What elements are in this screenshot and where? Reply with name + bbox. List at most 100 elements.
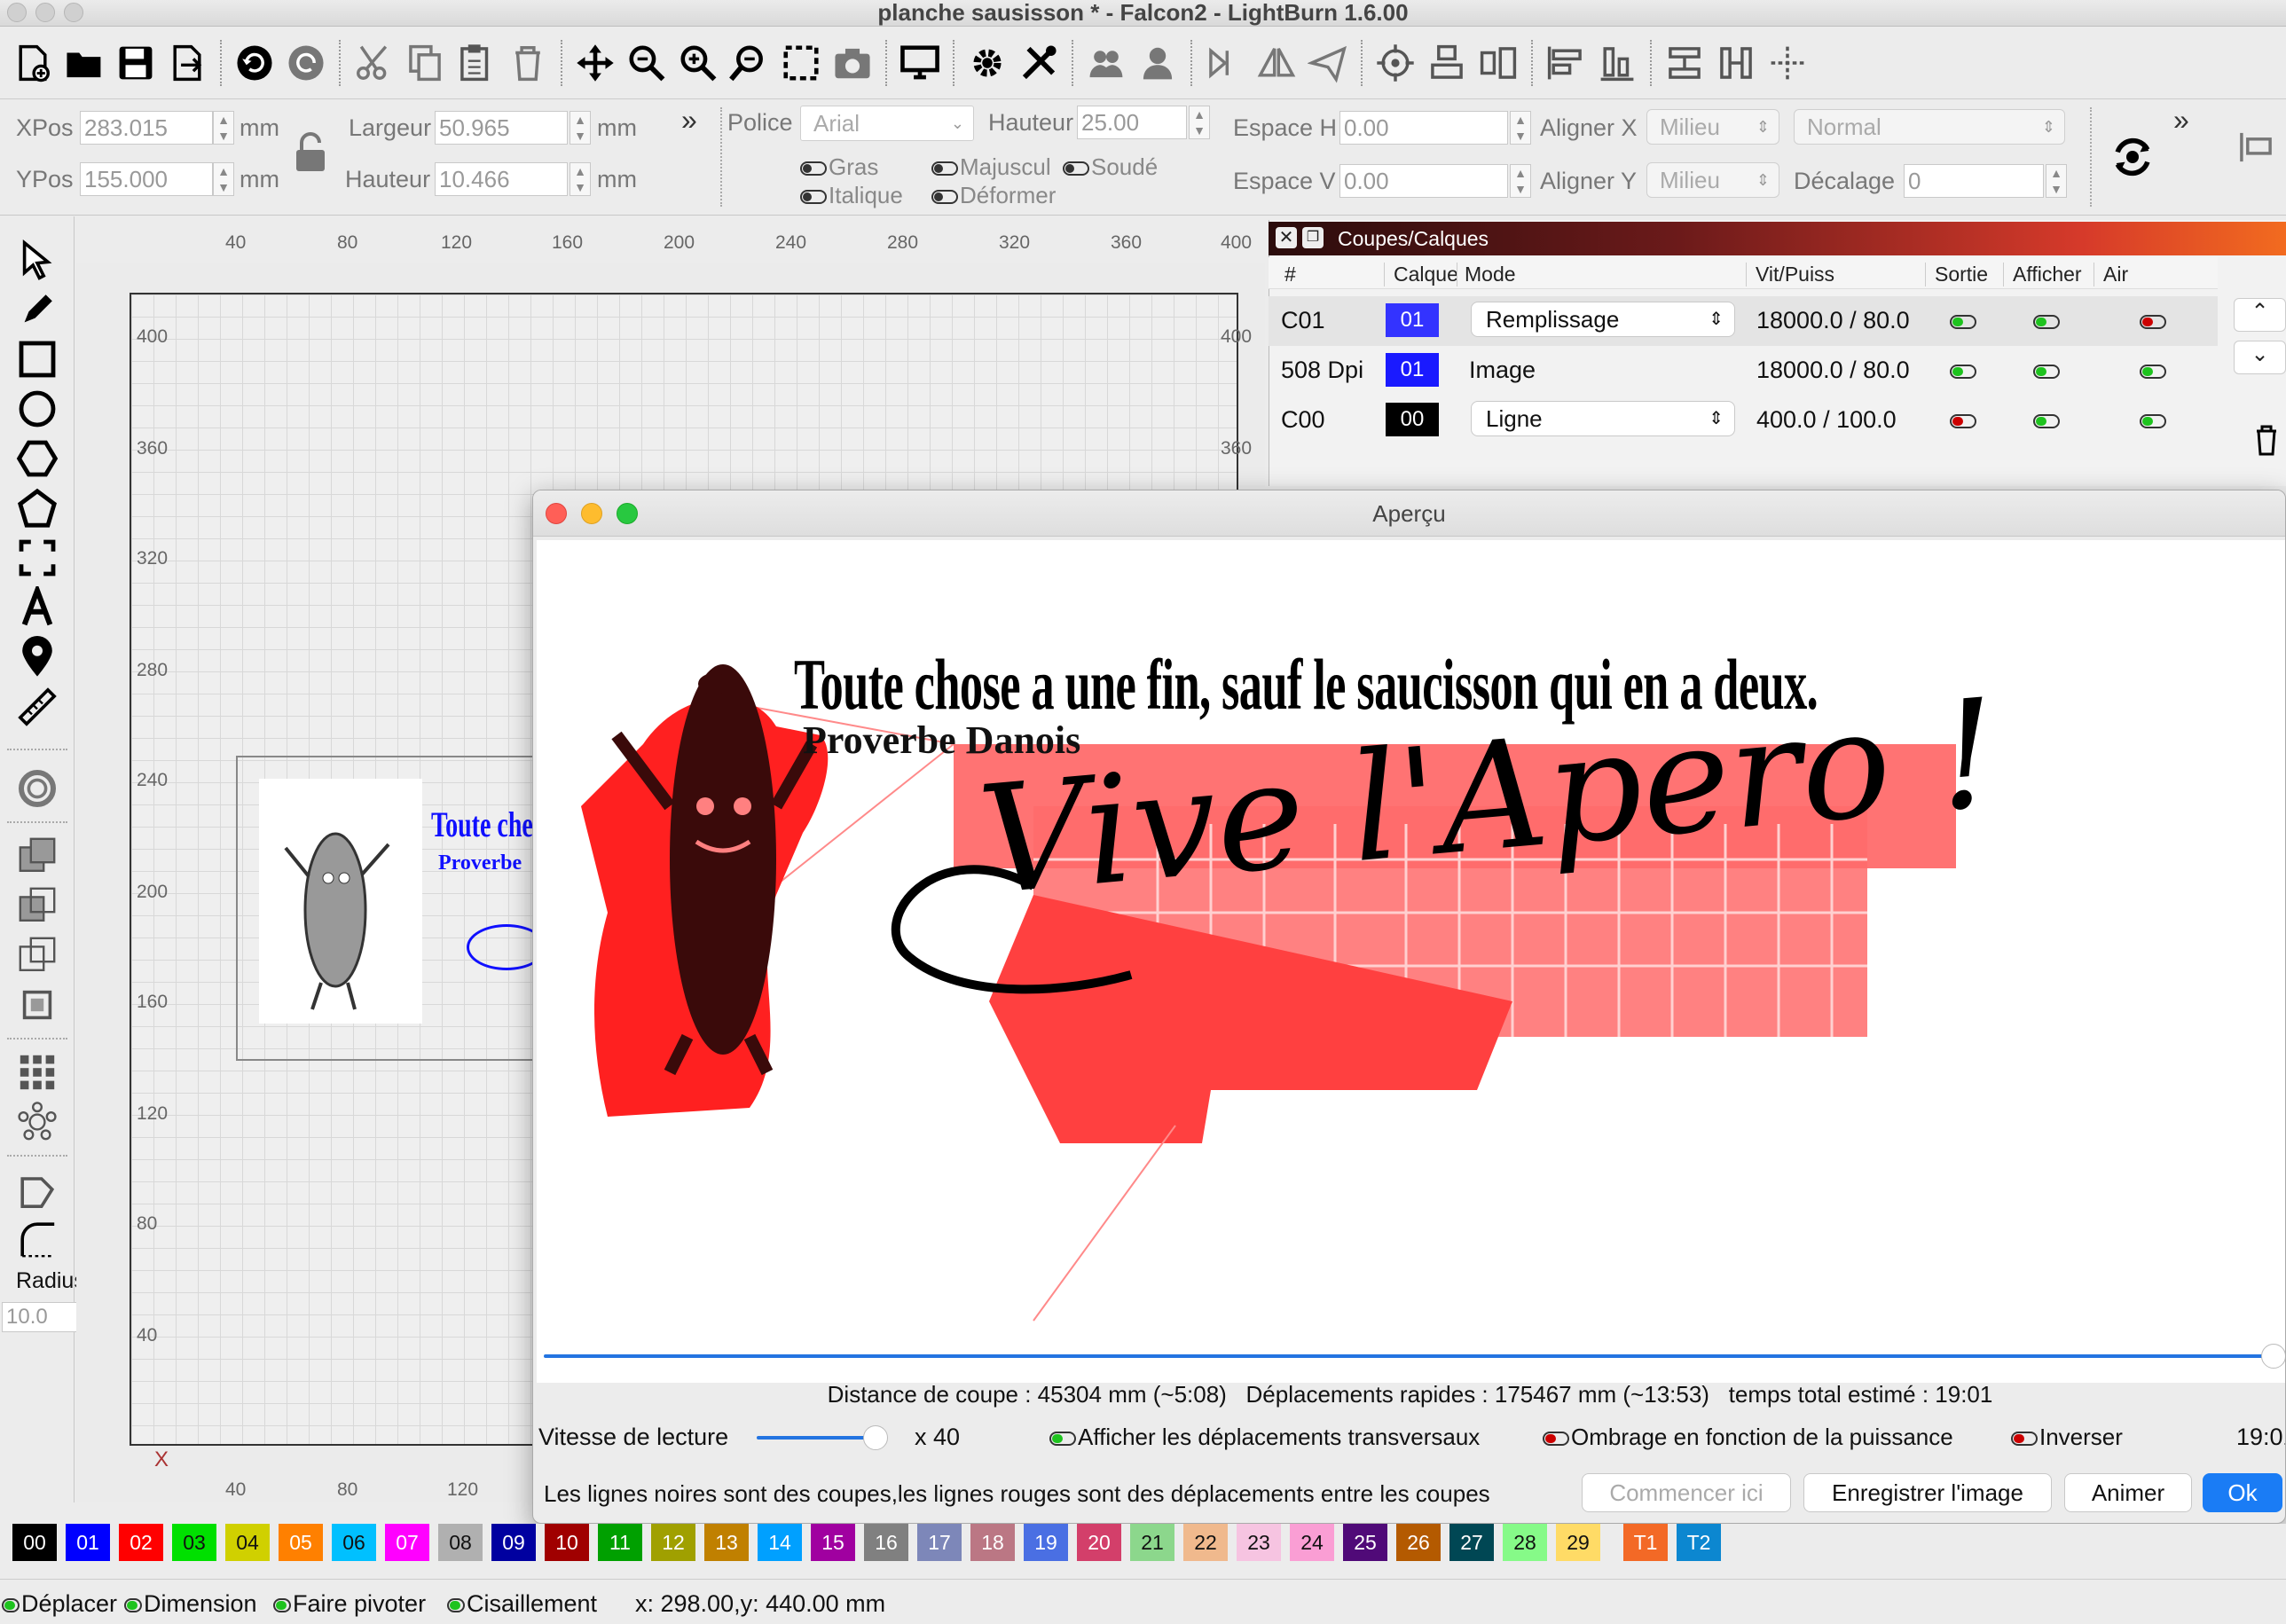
- center-icon[interactable]: [1764, 37, 1811, 89]
- close-panel-icon[interactable]: ✕: [1276, 227, 1297, 248]
- save-image-button[interactable]: Enregistrer l'image: [1803, 1473, 2052, 1512]
- ellipse-tool-icon[interactable]: [12, 387, 62, 431]
- height-stepper[interactable]: ▲ ▼: [570, 162, 591, 196]
- animate-button[interactable]: Animer: [2064, 1473, 2192, 1512]
- distribute-icon[interactable]: [1474, 37, 1522, 89]
- sausage-image[interactable]: [259, 779, 422, 1024]
- speed-power[interactable]: 400.0 / 100.0: [1756, 406, 1897, 434]
- pen-tool-icon[interactable]: [12, 287, 62, 332]
- air-toggle[interactable]: [2140, 314, 2168, 330]
- select-tool-icon[interactable]: [12, 238, 62, 282]
- user-icon[interactable]: [1134, 37, 1182, 89]
- palette-swatch[interactable]: 28: [1503, 1524, 1547, 1561]
- xpos-field[interactable]: 283.015: [80, 111, 213, 145]
- camera-icon[interactable]: [829, 37, 876, 89]
- ypos-stepper[interactable]: ▲ ▼: [213, 162, 234, 196]
- polygon-tool-icon[interactable]: [12, 436, 62, 481]
- show-travel-toggle[interactable]: Afficher les déplacements transversaux: [1049, 1424, 1480, 1451]
- monitor-icon[interactable]: [896, 37, 944, 89]
- output-toggle[interactable]: [1950, 364, 1978, 380]
- frame-select-icon[interactable]: [777, 37, 825, 89]
- palette-swatch[interactable]: 06: [332, 1524, 376, 1561]
- palette-swatch[interactable]: 05: [279, 1524, 323, 1561]
- palette-swatch[interactable]: 19: [1024, 1524, 1068, 1561]
- show-toggle[interactable]: [2033, 364, 2062, 380]
- palette-swatch[interactable]: 14: [758, 1524, 802, 1561]
- cut-layer-row[interactable]: 508 Dpi 01 Image 18000.0 / 80.0: [1269, 346, 2218, 396]
- align-left-icon[interactable]: [1542, 37, 1590, 89]
- air-toggle[interactable]: [2140, 413, 2168, 429]
- boolean-union-icon[interactable]: [12, 834, 62, 878]
- palette-swatch[interactable]: 16: [864, 1524, 908, 1561]
- new-file-icon[interactable]: [9, 37, 57, 89]
- open-folder-icon[interactable]: [60, 37, 108, 89]
- target-icon[interactable]: [1371, 37, 1419, 89]
- position-tool-icon[interactable]: [12, 635, 62, 679]
- tools-icon[interactable]: [1015, 37, 1063, 89]
- italic-checkbox[interactable]: Italique: [800, 182, 903, 209]
- start-here-button[interactable]: Commencer ici: [1582, 1473, 1791, 1512]
- distort-checkbox[interactable]: Déformer: [931, 182, 1056, 209]
- speed-power[interactable]: 18000.0 / 80.0: [1756, 307, 1910, 334]
- vspace-field[interactable]: 0.00: [1339, 164, 1508, 198]
- palette-swatch[interactable]: 23: [1237, 1524, 1281, 1561]
- delete-icon[interactable]: [504, 37, 552, 89]
- frame-tool-icon[interactable]: [12, 536, 62, 580]
- corner-radius-icon[interactable]: [12, 1217, 62, 1261]
- hspace-stepper[interactable]: ▲ ▼: [1510, 111, 1531, 145]
- vspace-stepper[interactable]: ▲ ▼: [1510, 164, 1531, 198]
- palette-swatch[interactable]: 09: [491, 1524, 536, 1561]
- font-height-field[interactable]: 25.00: [1077, 106, 1187, 139]
- uppercase-checkbox[interactable]: Majuscul: [931, 153, 1051, 181]
- palette-swatch[interactable]: 21: [1130, 1524, 1174, 1561]
- node-edit-icon[interactable]: [12, 1167, 62, 1212]
- palette-swatch[interactable]: 13: [704, 1524, 749, 1561]
- shear-mode-toggle[interactable]: Cisaillement: [447, 1590, 597, 1618]
- width-field[interactable]: 50.965: [435, 111, 568, 145]
- move-icon[interactable]: [571, 37, 619, 89]
- weld-icon[interactable]: [12, 983, 62, 1027]
- palette-swatch[interactable]: 04: [225, 1524, 270, 1561]
- space-h-icon[interactable]: [1661, 37, 1709, 89]
- palette-swatch[interactable]: 26: [1396, 1524, 1441, 1561]
- output-toggle[interactable]: [1950, 413, 1978, 429]
- ypos-field[interactable]: 155.000: [80, 162, 213, 196]
- layer-color-swatch[interactable]: 00: [1386, 403, 1439, 436]
- preview-minimize-button[interactable]: [581, 503, 602, 524]
- lock-ratio-icon[interactable]: [293, 130, 328, 175]
- zoom-in-icon[interactable]: [674, 37, 722, 89]
- palette-swatch[interactable]: 10: [545, 1524, 589, 1561]
- cut-layer-row[interactable]: C01 01 Remplissage ⇕ 18000.0 / 80.0: [1269, 296, 2218, 346]
- palette-swatch[interactable]: 18: [970, 1524, 1015, 1561]
- palette-swatch[interactable]: 29: [1556, 1524, 1600, 1561]
- palette-swatch[interactable]: 07: [385, 1524, 429, 1561]
- move-mode-toggle[interactable]: Déplacer: [2, 1590, 117, 1618]
- invert-toggle[interactable]: Inverser: [2011, 1424, 2123, 1451]
- welded-checkbox[interactable]: Soudé: [1063, 153, 1158, 181]
- zoom-out-icon[interactable]: [726, 37, 774, 89]
- palette-swatch[interactable]: 15: [811, 1524, 855, 1561]
- offset-stepper[interactable]: ▲ ▼: [2046, 164, 2067, 198]
- move-layer-up-button[interactable]: ⌃: [2234, 298, 2286, 332]
- cut-layer-row[interactable]: C00 00 Ligne ⇕ 400.0 / 100.0: [1269, 396, 2218, 445]
- layer-color-swatch[interactable]: 01: [1386, 303, 1439, 337]
- grid-array-icon[interactable]: [12, 1050, 62, 1094]
- palette-swatch[interactable]: 27: [1449, 1524, 1494, 1561]
- palette-swatch[interactable]: 01: [66, 1524, 110, 1561]
- offset-tool-icon[interactable]: [12, 766, 62, 811]
- power-shading-toggle[interactable]: Ombrage en fonction de la puissance: [1543, 1424, 1953, 1451]
- group-icon[interactable]: [1082, 37, 1130, 89]
- width-stepper[interactable]: ▲ ▼: [570, 111, 591, 145]
- preview-close-button[interactable]: [546, 503, 567, 524]
- preview-progress-bar[interactable]: [544, 1354, 2282, 1358]
- send-icon[interactable]: [1304, 37, 1352, 89]
- preview-progress-handle[interactable]: [2261, 1344, 2285, 1369]
- settings-gear-icon[interactable]: [963, 37, 1011, 89]
- palette-swatch[interactable]: 20: [1077, 1524, 1121, 1561]
- palette-swatch[interactable]: 25: [1343, 1524, 1387, 1561]
- undo-icon[interactable]: [231, 37, 279, 89]
- paste-icon[interactable]: [452, 37, 500, 89]
- offset-field[interactable]: 0: [1904, 164, 2044, 198]
- save-icon[interactable]: [112, 37, 160, 89]
- circular-array-icon[interactable]: [12, 1100, 62, 1144]
